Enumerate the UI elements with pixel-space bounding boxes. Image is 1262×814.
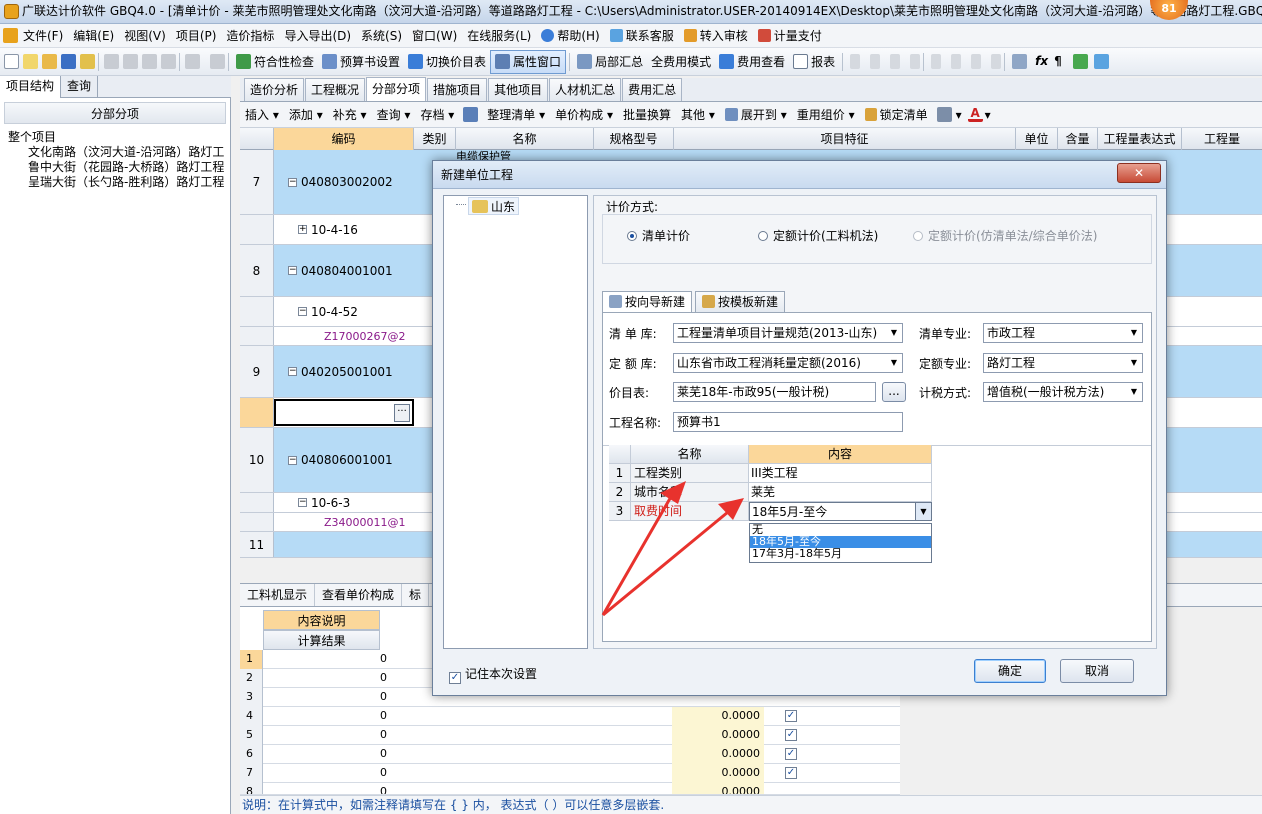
annotation-arrow-to-label <box>601 494 674 616</box>
annotation-arrows <box>601 481 744 617</box>
annotation-arrow-to-option <box>602 510 729 617</box>
arrow-head <box>660 481 686 504</box>
